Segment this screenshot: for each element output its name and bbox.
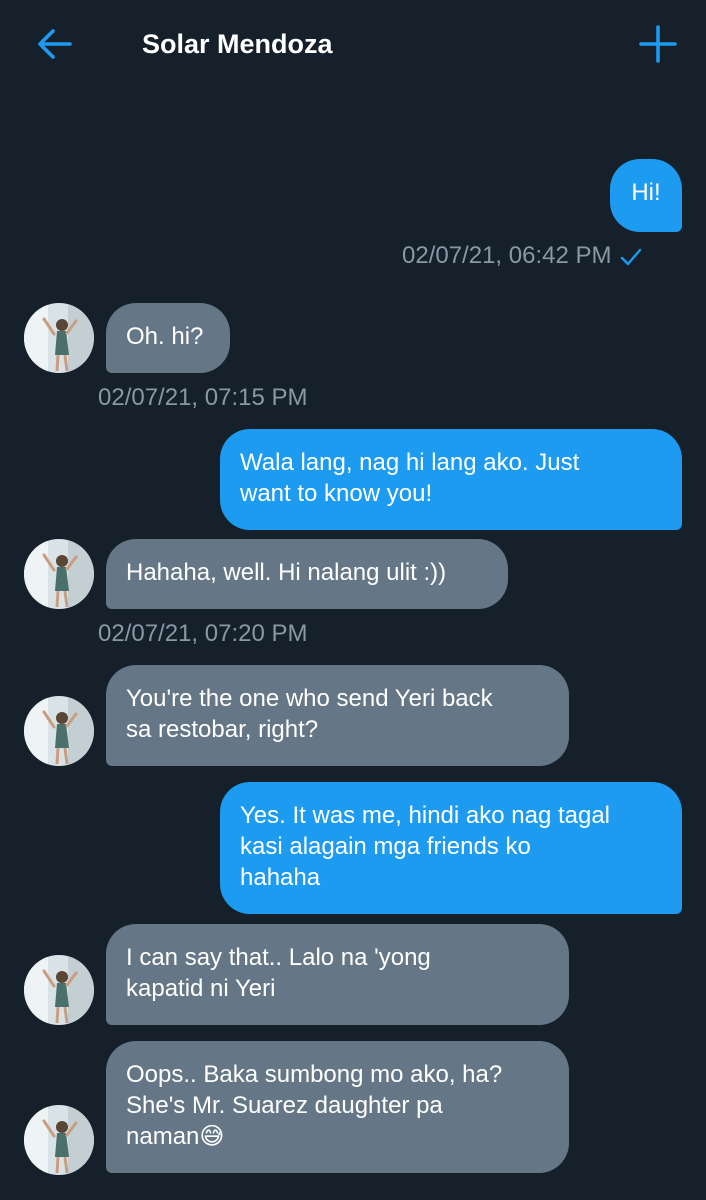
message-timestamp: 02/07/21, 06:42 PM xyxy=(402,241,643,271)
message-bubble-outgoing[interactable]: Hi! xyxy=(610,159,682,232)
message-bubble-incoming[interactable]: Oops.. Baka sumbong mo ako, ha? She's Mr… xyxy=(106,1041,569,1173)
plus-icon xyxy=(639,25,677,63)
contact-avatar[interactable] xyxy=(24,696,94,766)
message-timestamp: 02/07/21, 07:20 PM xyxy=(98,620,308,647)
contact-avatar[interactable] xyxy=(24,539,94,609)
message-bubble-incoming[interactable]: I can say that.. Lalo na 'yong kapatid n… xyxy=(106,924,569,1025)
timestamp-text: 02/07/21, 06:42 PM xyxy=(402,242,612,269)
contact-avatar[interactable] xyxy=(24,303,94,373)
message-bubble-incoming[interactable]: You're the one who send Yeri back sa res… xyxy=(106,665,569,766)
contact-avatar[interactable] xyxy=(24,1105,94,1175)
conversation-header: Solar Mendoza xyxy=(0,0,706,88)
avatar-image xyxy=(24,1105,94,1175)
contact-avatar[interactable] xyxy=(24,955,94,1025)
avatar-image xyxy=(24,696,94,766)
avatar-image xyxy=(24,955,94,1025)
conversation-title: Solar Mendoza xyxy=(142,29,333,59)
message-bubble-outgoing[interactable]: Wala lang, nag hi lang ako. Just want to… xyxy=(220,429,682,530)
back-button[interactable] xyxy=(30,22,78,66)
read-check-icon xyxy=(621,248,642,265)
message-bubble-incoming[interactable]: Oh. hi? xyxy=(106,303,230,373)
add-button[interactable] xyxy=(634,20,682,68)
avatar-image xyxy=(24,539,94,609)
arrow-left-icon xyxy=(38,29,72,59)
message-bubble-incoming[interactable]: Hahaha, well. Hi nalang ulit :)) xyxy=(106,539,508,609)
message-bubble-outgoing[interactable]: Yes. It was me, hindi ako nag tagal kasi… xyxy=(220,782,682,914)
avatar-image xyxy=(24,303,94,373)
message-timestamp: 02/07/21, 07:15 PM xyxy=(98,384,308,411)
